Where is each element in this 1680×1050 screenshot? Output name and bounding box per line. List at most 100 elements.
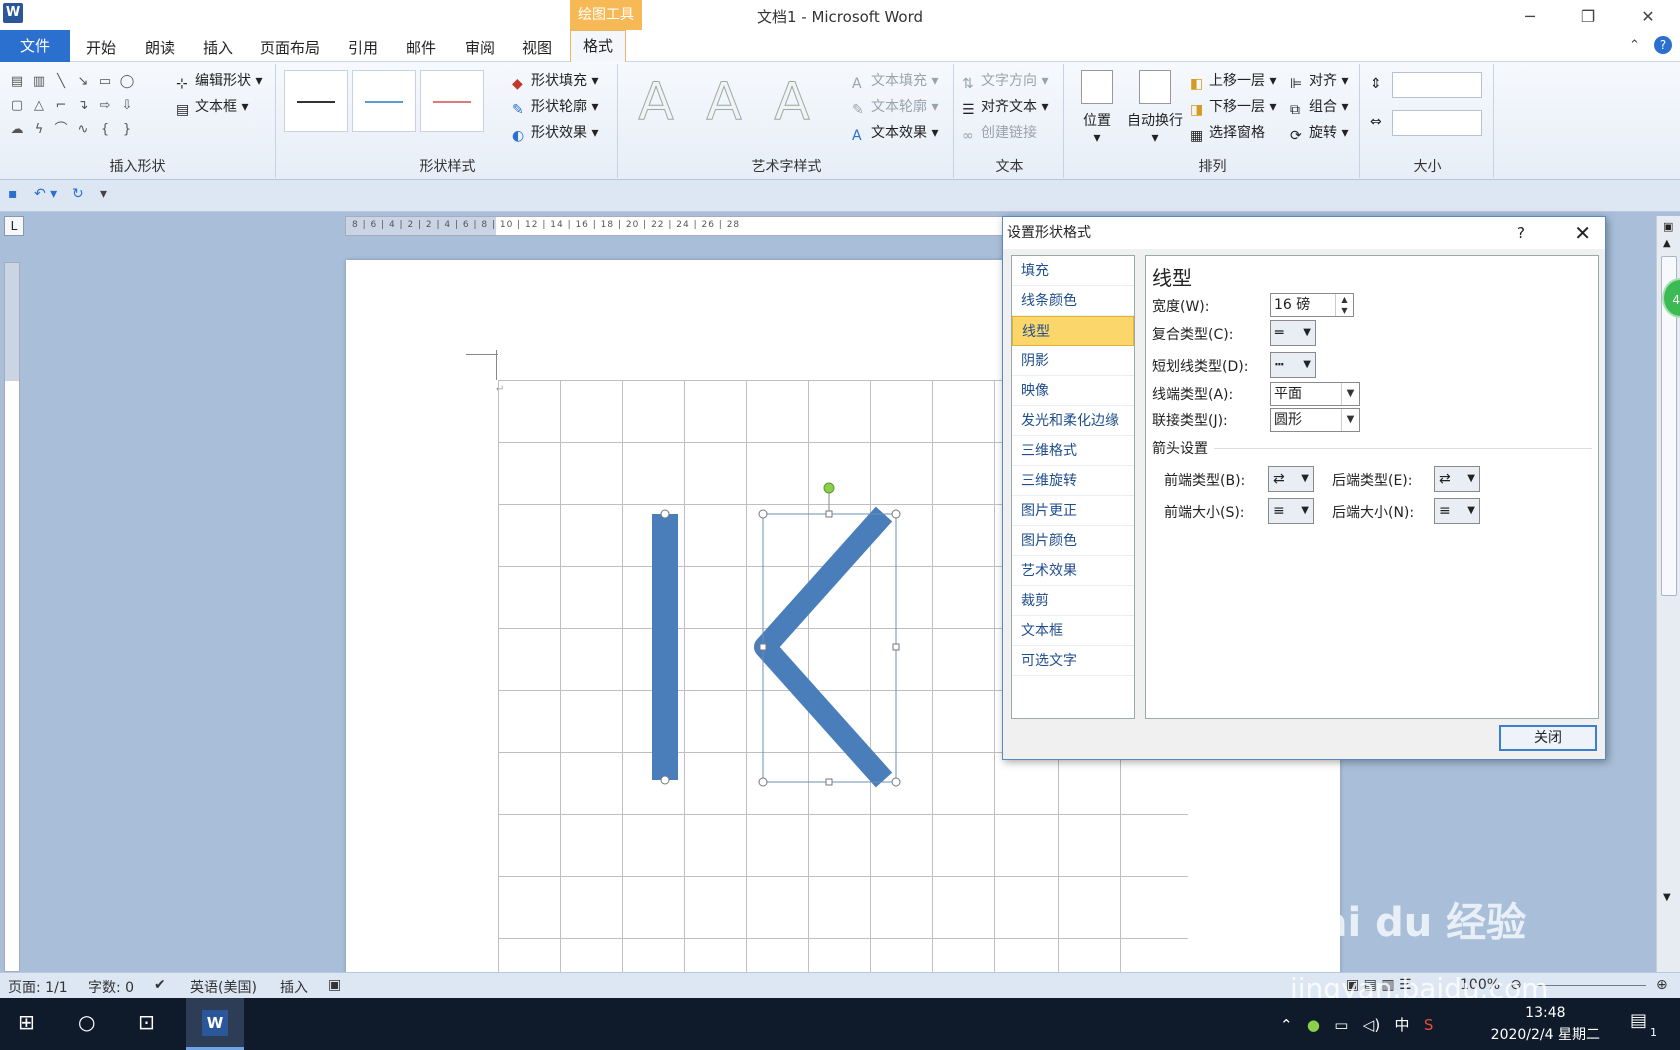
down-arrow-shape-icon[interactable]: ⇩ xyxy=(117,96,137,116)
nav-line-style[interactable]: 线型 xyxy=(1012,316,1134,346)
nav-picture-corrections[interactable]: 图片更正 xyxy=(1012,496,1134,526)
tab-view[interactable]: 视图 xyxy=(522,36,552,60)
create-link-button[interactable]: ∞ 创建链接 xyxy=(962,122,1037,144)
vertical-textbox-icon[interactable]: ▥ xyxy=(29,72,49,92)
tray-expand-icon[interactable]: ⌃ xyxy=(1280,1016,1293,1034)
undo-icon[interactable]: ↶ ▾ xyxy=(34,186,57,202)
zoom-in-icon[interactable]: ⊕ xyxy=(1656,977,1668,993)
notification-center-icon[interactable]: ▤ xyxy=(1630,1010,1647,1031)
right-arrow-shape-icon[interactable]: ⇨ xyxy=(95,96,115,116)
tab-references[interactable]: 引用 xyxy=(348,36,378,60)
handle-w[interactable] xyxy=(759,643,767,651)
left-brace-icon[interactable]: { xyxy=(95,120,115,140)
scroll-down-icon[interactable]: ▼ xyxy=(1663,892,1671,903)
chevron-shape[interactable] xyxy=(754,506,893,788)
dialog-close-button[interactable]: 关闭 xyxy=(1499,725,1597,751)
nav-shadow[interactable]: 阴影 xyxy=(1012,346,1134,376)
scribble-icon[interactable]: ϟ xyxy=(29,120,49,140)
handle-se[interactable] xyxy=(891,777,901,787)
close-window-button[interactable]: ✕ xyxy=(1630,4,1666,30)
nav-line-color[interactable]: 线条颜色 xyxy=(1012,286,1134,316)
vertical-ruler[interactable] xyxy=(4,262,20,972)
collapse-ribbon-icon[interactable]: ⌃ xyxy=(1629,38,1640,53)
tab-insert[interactable]: 插入 xyxy=(203,36,233,60)
selection-pane-button[interactable]: ▦ 选择窗格 xyxy=(1190,122,1265,144)
handle-ne[interactable] xyxy=(891,509,901,519)
network-icon[interactable]: ▭ xyxy=(1334,1016,1348,1034)
ruler-toggle-icon[interactable]: ▣ xyxy=(1663,220,1673,233)
tab-home[interactable]: 开始 xyxy=(86,36,116,60)
compound-type-select[interactable]: ═ ▼ xyxy=(1270,320,1316,346)
redo-icon[interactable]: ↻ xyxy=(72,186,84,202)
nav-3d-format[interactable]: 三维格式 xyxy=(1012,436,1134,466)
insert-mode[interactable]: 插入 xyxy=(280,977,308,997)
handle-n[interactable] xyxy=(825,510,833,518)
text-box-button[interactable]: ▤ 文本框 ▾ xyxy=(176,96,248,118)
dialog-close-icon[interactable]: ✕ xyxy=(1574,217,1591,249)
end-size-select[interactable]: ≡ ▼ xyxy=(1434,498,1480,524)
line-shape-icon[interactable]: ╲ xyxy=(51,72,71,92)
tab-selector-button[interactable]: L xyxy=(4,216,24,236)
triangle-shape-icon[interactable]: △ xyxy=(29,96,49,116)
handle-sw[interactable] xyxy=(758,777,768,787)
text-direction-button[interactable]: ⇅ 文字方向 ▾ xyxy=(962,70,1048,92)
nav-alt-text[interactable]: 可选文字 xyxy=(1012,646,1134,676)
shape-outline-button[interactable]: ✎ 形状轮廓 ▾ xyxy=(512,96,598,118)
tab-page-layout[interactable]: 页面布局 xyxy=(260,36,320,60)
arrow-line-icon[interactable]: ↘ xyxy=(73,72,93,92)
wordart-style-2[interactable]: A xyxy=(692,70,756,134)
ime-indicator[interactable]: 中 xyxy=(1395,1016,1410,1034)
shape-style-preset-3[interactable] xyxy=(420,70,484,132)
position-button[interactable]: 位置 ▾ xyxy=(1072,70,1122,146)
tab-read-aloud[interactable]: 朗读 xyxy=(145,36,175,60)
elbow-connector-icon[interactable]: ⌐ xyxy=(51,96,71,116)
wrap-text-button[interactable]: 自动换行 ▾ xyxy=(1122,70,1188,146)
text-outline-button[interactable]: ✎ 文本轮廓 ▾ xyxy=(852,96,938,118)
rotate-handle[interactable] xyxy=(823,482,835,494)
nav-text-box[interactable]: 文本框 xyxy=(1012,616,1134,646)
handle-s[interactable] xyxy=(825,778,833,786)
rounded-rect-icon[interactable]: ▢ xyxy=(7,96,27,116)
nav-picture-color[interactable]: 图片颜色 xyxy=(1012,526,1134,556)
align-button[interactable]: ⊫ 对齐 ▾ xyxy=(1290,70,1348,92)
clock[interactable]: 13:48 2020/2/4 星期二 xyxy=(1491,1002,1600,1046)
tray-app-icon[interactable]: ● xyxy=(1307,1016,1320,1034)
group-button[interactable]: ⧉ 组合 ▾ xyxy=(1290,96,1348,118)
tab-file[interactable]: 文件 xyxy=(0,30,70,62)
zoom-slider[interactable] xyxy=(1536,985,1646,986)
curve-icon[interactable]: ∿ xyxy=(73,120,93,140)
horizontal-ruler[interactable]: 8 | 6 | 4 | 2 | 2 | 4 | 6 | 8 | 10 | 12 … xyxy=(345,216,1005,236)
shape-height-input[interactable] xyxy=(1392,72,1482,98)
taskbar-word-app[interactable]: W xyxy=(186,998,244,1050)
text-effect-button[interactable]: A 文本效果 ▾ xyxy=(852,122,938,144)
arc-icon[interactable]: ⌒ xyxy=(51,120,71,140)
begin-type-select[interactable]: ⇄ ▼ xyxy=(1268,466,1314,492)
rectangle-shape-icon[interactable]: ▭ xyxy=(95,72,115,92)
end-type-select[interactable]: ⇄ ▼ xyxy=(1434,466,1480,492)
join-type-select[interactable]: 圆形 ▼ xyxy=(1270,408,1360,432)
help-icon[interactable]: ? xyxy=(1654,36,1672,54)
sogou-ime-icon[interactable]: S xyxy=(1424,1016,1434,1034)
freeform-icon[interactable]: ☁ xyxy=(7,120,27,140)
save-icon[interactable]: ▪ xyxy=(8,186,18,202)
width-spinner[interactable]: 16 磅 ▲ ▼ xyxy=(1270,293,1354,317)
minimize-button[interactable]: ─ xyxy=(1512,4,1548,30)
handle-e[interactable] xyxy=(892,643,900,651)
cortana-search-icon[interactable]: ○ xyxy=(78,1010,95,1034)
elbow-arrow-icon[interactable]: ↴ xyxy=(73,96,93,116)
shape-effect-button[interactable]: ◐ 形状效果 ▾ xyxy=(512,122,598,144)
word-count[interactable]: 字数: 0 xyxy=(88,977,134,997)
macro-icon[interactable]: ▣ xyxy=(328,977,341,993)
spinner-arrows-icon[interactable]: ▲ ▼ xyxy=(1335,294,1353,316)
dash-type-select[interactable]: ┅ ▼ xyxy=(1270,352,1316,378)
nav-artistic-effects[interactable]: 艺术效果 xyxy=(1012,556,1134,586)
edit-shape-button[interactable]: ⊹ 编辑形状 ▾ xyxy=(176,70,262,92)
proofing-icon[interactable]: ✔ xyxy=(154,977,166,993)
vertical-bar-shape[interactable] xyxy=(652,514,678,780)
tab-review[interactable]: 审阅 xyxy=(465,36,495,60)
rotate-button[interactable]: ⟳ 旋转 ▾ xyxy=(1290,122,1348,144)
volume-icon[interactable]: ◁) xyxy=(1363,1016,1380,1034)
textbox-shape-icon[interactable]: ▤ xyxy=(7,72,27,92)
nav-fill[interactable]: 填充 xyxy=(1012,256,1134,286)
wordart-style-3[interactable]: A xyxy=(760,70,824,134)
